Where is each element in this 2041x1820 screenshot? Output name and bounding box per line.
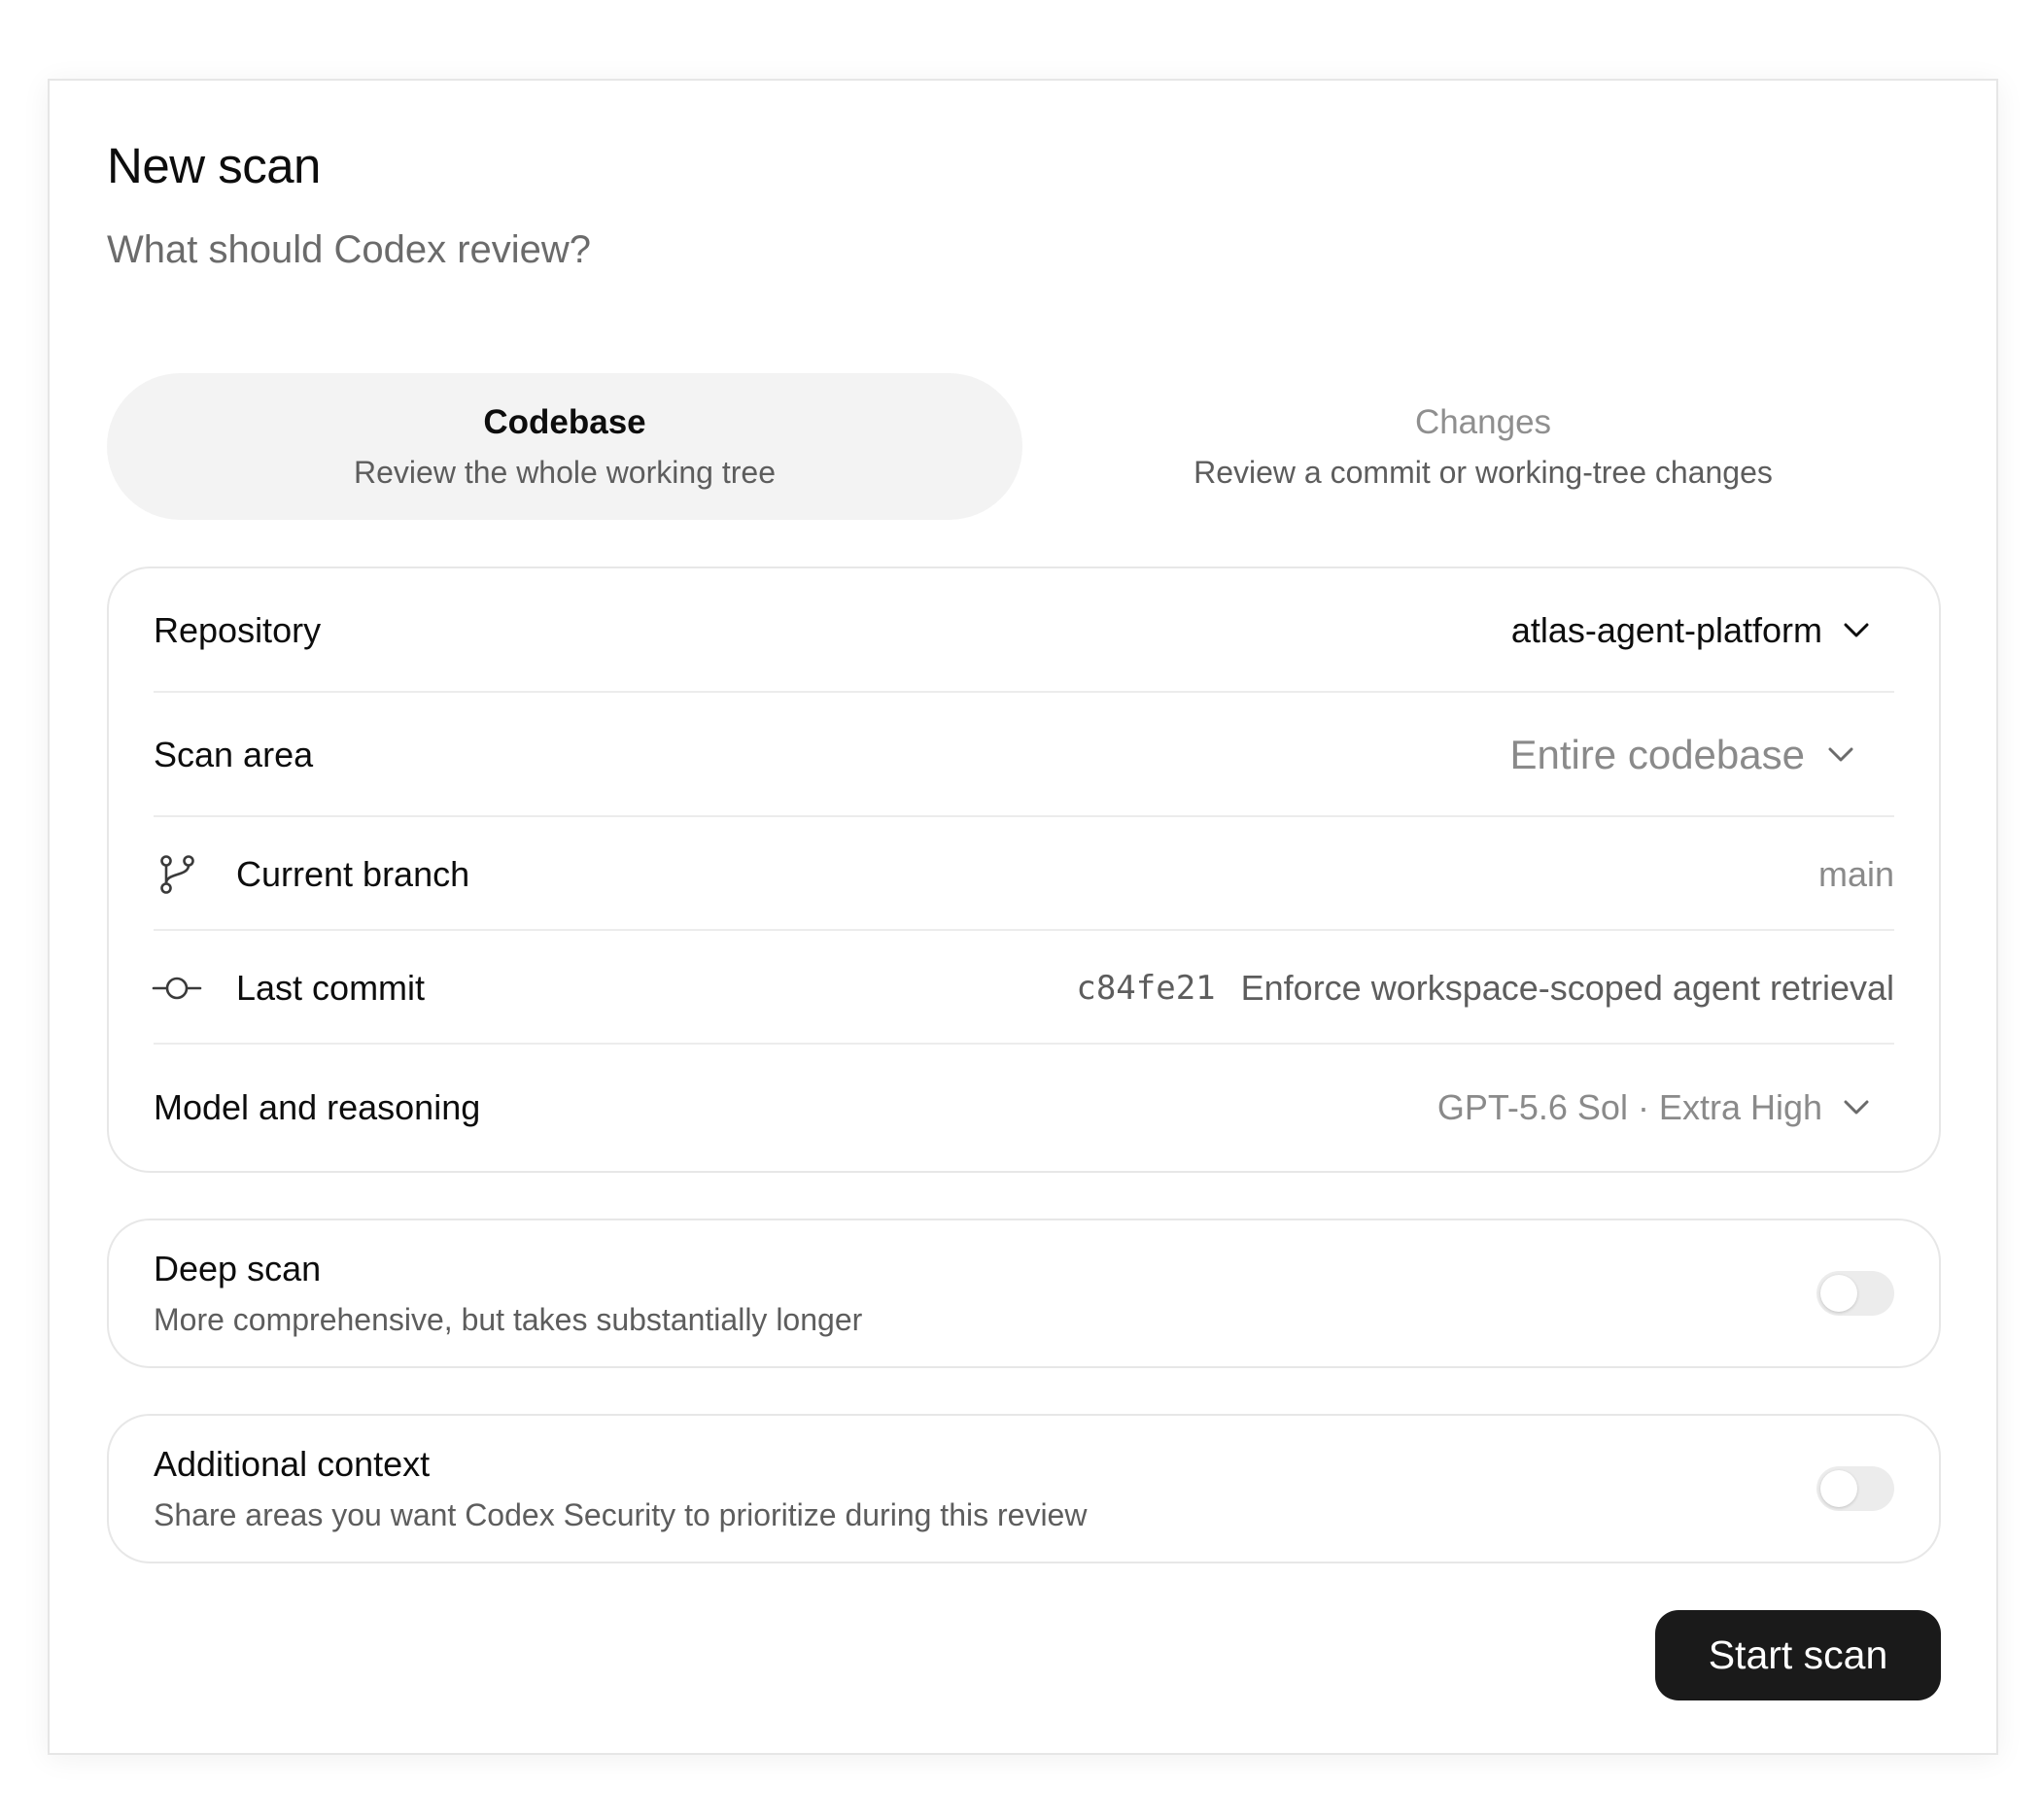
chevron-down-icon	[1842, 1093, 1871, 1122]
model-row: Model and reasoning GPT-5.6 Sol · Extra …	[154, 1045, 1894, 1171]
tab-changes-description: Review a commit or working-tree changes	[1193, 455, 1773, 490]
branch-label: Current branch	[236, 853, 470, 894]
chevron-down-icon	[1842, 616, 1871, 645]
additional-context-title: Additional context	[154, 1444, 431, 1484]
commit-message: Enforce workspace-scoped agent retrieval	[1240, 967, 1894, 1008]
deep-scan-card: Deep scan More comprehensive, but takes …	[107, 1219, 1941, 1368]
git-commit-icon	[152, 963, 202, 1013]
repository-value: atlas-agent-platform	[1510, 610, 1822, 650]
start-scan-button[interactable]: Start scan	[1655, 1610, 1941, 1700]
repository-label: Repository	[154, 610, 322, 650]
model-value: GPT-5.6 Sol · Extra High	[1436, 1087, 1822, 1127]
scan-area-value: Entire codebase	[1509, 732, 1805, 777]
git-branch-icon	[152, 849, 202, 900]
additional-context-description: Share areas you want Codex Security to p…	[154, 1497, 1088, 1532]
repository-row: Repository atlas-agent-platform	[154, 568, 1894, 693]
tab-codebase[interactable]: Codebase Review the whole working tree	[107, 373, 1022, 520]
tab-changes[interactable]: Changes Review a commit or working-tree …	[1025, 373, 1941, 520]
tab-codebase-title: Codebase	[483, 403, 646, 441]
branch-row: Current branch main	[154, 817, 1894, 931]
additional-context-card: Additional context Share areas you want …	[107, 1414, 1941, 1563]
commit-hash: c84fe21	[1076, 968, 1216, 1008]
deep-scan-toggle[interactable]	[1816, 1271, 1894, 1316]
commit-label: Last commit	[236, 967, 426, 1008]
scan-area-label: Scan area	[154, 735, 314, 774]
toggle-knob	[1820, 1470, 1857, 1507]
scan-area-select[interactable]: Entire codebase	[1509, 732, 1894, 778]
page-title: New scan	[107, 138, 321, 193]
deep-scan-title: Deep scan	[154, 1249, 322, 1288]
scan-type-tabs: Codebase Review the whole working tree C…	[107, 373, 1941, 520]
deep-scan-description: More comprehensive, but takes substantia…	[154, 1302, 863, 1337]
repository-select[interactable]: atlas-agent-platform	[1511, 610, 1894, 651]
commit-row: Last commit c84fe21 Enforce workspace-sc…	[152, 931, 1894, 1045]
scan-settings-card: Repository atlas-agent-platform Scan are…	[107, 567, 1941, 1173]
tab-changes-title: Changes	[1414, 403, 1552, 441]
page-subtitle: What should Codex review?	[107, 228, 592, 271]
tab-codebase-description: Review the whole working tree	[354, 455, 776, 490]
branch-value: main	[1817, 853, 1894, 894]
toggle-knob	[1820, 1275, 1857, 1312]
model-select[interactable]: GPT-5.6 Sol · Extra High	[1437, 1087, 1894, 1128]
commit-value: c84fe21 Enforce workspace-scoped agent r…	[1076, 968, 1894, 1009]
additional-context-toggle[interactable]	[1816, 1466, 1894, 1511]
scan-area-row: Scan area Entire codebase	[154, 693, 1894, 817]
dialog-content: New scan What should Codex review? Codeb…	[107, 81, 1941, 1753]
new-scan-dialog: New scan What should Codex review? Codeb…	[48, 79, 1998, 1755]
chevron-down-icon	[1826, 740, 1855, 770]
model-label: Model and reasoning	[154, 1087, 481, 1127]
